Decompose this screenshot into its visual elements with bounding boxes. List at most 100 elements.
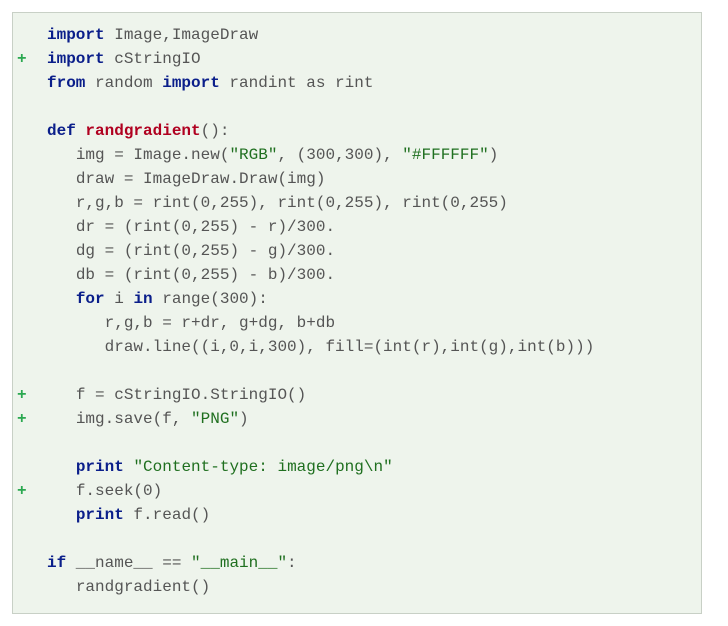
text-token: img.save(f, xyxy=(76,410,191,428)
code-line: import Image,ImageDraw xyxy=(13,23,701,47)
diff-gutter xyxy=(13,215,37,239)
code-line: if __name__ == "__main__": xyxy=(13,551,701,575)
text-token: : xyxy=(287,554,297,572)
code-content: img = Image.new("RGB", (300,300), "#FFFF… xyxy=(37,143,701,167)
code-line xyxy=(13,359,701,383)
code-content: draw.line((i,0,i,300), fill=(int(r),int(… xyxy=(37,335,701,359)
keyword-token: from xyxy=(47,74,85,92)
diff-gutter xyxy=(13,119,37,143)
text-token: r,g,b = rint(0,255), rint(0,255), rint(0… xyxy=(76,194,508,212)
keyword-token: print xyxy=(76,458,124,476)
text-token: randint as rint xyxy=(220,74,374,92)
text-token: f.seek(0) xyxy=(76,482,162,500)
text-token: draw = ImageDraw.Draw(img) xyxy=(76,170,326,188)
diff-gutter xyxy=(13,191,37,215)
text-token: , (300,300), xyxy=(277,146,402,164)
keyword-token: print xyxy=(76,506,124,524)
string-token: "#FFFFFF" xyxy=(402,146,488,164)
text-token: __name__ == xyxy=(66,554,191,572)
text-token: random xyxy=(85,74,162,92)
code-line: randgradient() xyxy=(13,575,701,599)
text-token: dr = (rint(0,255) - r)/300. xyxy=(76,218,335,236)
keyword-token: in xyxy=(133,290,152,308)
code-content: db = (rint(0,255) - b)/300. xyxy=(37,263,701,287)
text-token: f = cStringIO.StringIO() xyxy=(76,386,306,404)
code-content xyxy=(37,95,701,119)
code-line: r,g,b = rint(0,255), rint(0,255), rint(0… xyxy=(13,191,701,215)
code-content: if __name__ == "__main__": xyxy=(37,551,701,575)
text-token: cStringIO xyxy=(105,50,201,68)
diff-add-marker: + xyxy=(13,407,37,431)
text-token: randgradient() xyxy=(76,578,210,596)
diff-gutter xyxy=(13,143,37,167)
code-content: for i in range(300): xyxy=(37,287,701,311)
text-token: db = (rint(0,255) - b)/300. xyxy=(76,266,335,284)
diff-gutter xyxy=(13,95,37,119)
diff-gutter xyxy=(13,71,37,95)
code-content: import Image,ImageDraw xyxy=(37,23,701,47)
code-content xyxy=(37,431,701,455)
text-token: f.read() xyxy=(124,506,210,524)
diff-gutter xyxy=(13,23,37,47)
code-content: dr = (rint(0,255) - r)/300. xyxy=(37,215,701,239)
diff-gutter xyxy=(13,167,37,191)
diff-gutter xyxy=(13,359,37,383)
code-content xyxy=(37,359,701,383)
function-name-token: randgradient xyxy=(85,122,200,140)
diff-gutter xyxy=(13,287,37,311)
diff-gutter xyxy=(13,311,37,335)
diff-add-marker: + xyxy=(13,47,37,71)
code-line: db = (rint(0,255) - b)/300. xyxy=(13,263,701,287)
keyword-token: import xyxy=(162,74,220,92)
code-line: for i in range(300): xyxy=(13,287,701,311)
keyword-token: for xyxy=(76,290,105,308)
text-token: r,g,b = r+dr, g+dg, b+db xyxy=(105,314,335,332)
code-line: dg = (rint(0,255) - g)/300. xyxy=(13,239,701,263)
code-line: from random import randint as rint xyxy=(13,71,701,95)
code-content: import cStringIO xyxy=(37,47,701,71)
diff-gutter xyxy=(13,455,37,479)
code-content xyxy=(37,527,701,551)
code-block: import Image,ImageDraw+import cStringIOf… xyxy=(12,12,702,614)
keyword-token: import xyxy=(47,26,105,44)
code-content: print "Content-type: image/png\n" xyxy=(37,455,701,479)
text-token: i xyxy=(105,290,134,308)
text-token: img = Image.new( xyxy=(76,146,230,164)
diff-add-marker: + xyxy=(13,383,37,407)
diff-gutter xyxy=(13,503,37,527)
string-token: "Content-type: image/png\n" xyxy=(133,458,392,476)
text-token: ) xyxy=(239,410,249,428)
code-line: img = Image.new("RGB", (300,300), "#FFFF… xyxy=(13,143,701,167)
code-content: r,g,b = r+dr, g+dg, b+db xyxy=(37,311,701,335)
code-line: r,g,b = r+dr, g+dg, b+db xyxy=(13,311,701,335)
diff-gutter xyxy=(13,575,37,599)
keyword-token: import xyxy=(47,50,105,68)
diff-gutter xyxy=(13,551,37,575)
code-content: print f.read() xyxy=(37,503,701,527)
code-line: draw = ImageDraw.Draw(img) xyxy=(13,167,701,191)
code-line xyxy=(13,527,701,551)
text-token: (): xyxy=(201,122,230,140)
code-content: from random import randint as rint xyxy=(37,71,701,95)
keyword-token: if xyxy=(47,554,66,572)
code-content: img.save(f, "PNG") xyxy=(37,407,701,431)
diff-gutter xyxy=(13,239,37,263)
code-line: def randgradient(): xyxy=(13,119,701,143)
string-token: "PNG" xyxy=(191,410,239,428)
text-token: Image,ImageDraw xyxy=(105,26,259,44)
code-line: print "Content-type: image/png\n" xyxy=(13,455,701,479)
code-line: + f = cStringIO.StringIO() xyxy=(13,383,701,407)
text-token: range(300): xyxy=(153,290,268,308)
code-line: + img.save(f, "PNG") xyxy=(13,407,701,431)
code-content: r,g,b = rint(0,255), rint(0,255), rint(0… xyxy=(37,191,701,215)
text-token: ) xyxy=(489,146,499,164)
diff-gutter xyxy=(13,335,37,359)
code-content: dg = (rint(0,255) - g)/300. xyxy=(37,239,701,263)
diff-gutter xyxy=(13,431,37,455)
code-line: print f.read() xyxy=(13,503,701,527)
code-content: f.seek(0) xyxy=(37,479,701,503)
code-line xyxy=(13,95,701,119)
string-token: "__main__" xyxy=(191,554,287,572)
code-content: draw = ImageDraw.Draw(img) xyxy=(37,167,701,191)
text-token xyxy=(124,458,134,476)
